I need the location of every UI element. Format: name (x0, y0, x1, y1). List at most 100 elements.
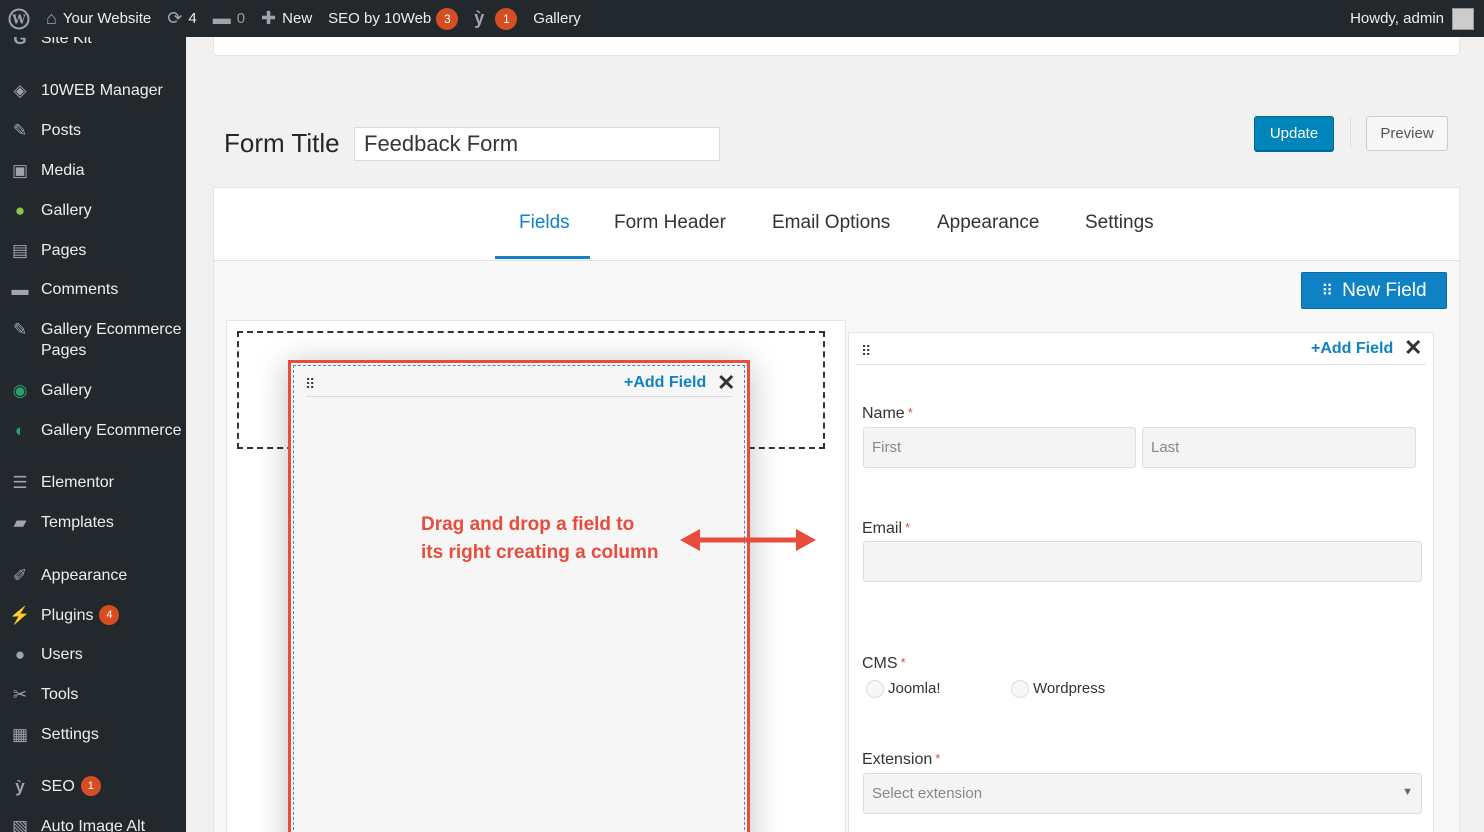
annotation-line-2: its right creating a column (421, 542, 659, 563)
greeting: Howdy, admin (1350, 10, 1444, 27)
tab-appearance[interactable]: Appearance (937, 212, 1039, 234)
refresh-icon: ⟳ (167, 8, 183, 28)
sidebar-item-pages[interactable]: ▤ Pages (0, 240, 186, 262)
add-field-button-right[interactable]: +Add Field (1311, 340, 1393, 358)
plus-icon: + (1311, 340, 1321, 357)
close-icon[interactable]: ✕ (1404, 335, 1422, 361)
comments-link[interactable]: ▬ 0 (205, 0, 253, 37)
grip-icon: ⠿ (1321, 282, 1333, 300)
seo-10web-link[interactable]: SEO by 10Web 3 (320, 0, 466, 37)
sidebar-item-gallery-ecommerce[interactable]: ◐ Gallery Ecommerce (0, 420, 186, 442)
tab-form-header[interactable]: Form Header (614, 212, 726, 234)
gallery-icon: ● (14, 201, 26, 220)
divider (1350, 118, 1351, 148)
sidebar-item-elementor[interactable]: ☰ Elementor (0, 472, 186, 494)
sidebar-item-gallery-ecommerce-pages[interactable]: ✎ Gallery Ecommerce Pages (0, 319, 186, 361)
double-arrow-icon (680, 529, 816, 551)
radio-joomla[interactable] (866, 680, 884, 698)
extension-placeholder: Select extension (872, 785, 983, 802)
last-name-input[interactable]: Last (1142, 427, 1416, 468)
media-icon: ▣ (11, 161, 29, 180)
image-icon: ▧ (11, 817, 29, 832)
email-label: Email * (862, 520, 911, 537)
drag-handle-icon[interactable]: ⠿ (305, 377, 315, 391)
yoast-icon: ỳ (474, 8, 485, 28)
yoast-count-badge: 1 (495, 7, 518, 30)
sidebar-item-appearance[interactable]: ✐ Appearance (0, 565, 186, 587)
sidebar-item-settings[interactable]: ▦ Settings (0, 724, 186, 746)
camera-icon: ◉ (12, 381, 28, 400)
close-icon[interactable]: ✕ (717, 370, 735, 396)
folder-icon: ▰ (13, 513, 27, 532)
sidebar-item-seo[interactable]: ỳ SEO 1 (0, 776, 186, 798)
annotation-text: Drag and drop a field to its right creat… (421, 511, 659, 567)
yoast-link[interactable]: ỳ 1 (466, 0, 525, 37)
diamond-icon: ◈ (13, 81, 27, 100)
plus-icon: ✚ (261, 8, 277, 28)
card-inner-border (293, 365, 745, 832)
plug-icon: ⚡ (9, 606, 31, 625)
new-content-link[interactable]: ✚ New (253, 0, 320, 37)
gallery-link[interactable]: Gallery (525, 0, 589, 37)
add-field-button[interactable]: +Add Field (624, 374, 706, 392)
avatar (1452, 7, 1474, 30)
sidebar-item-site-kit[interactable]: G Site Kit (0, 37, 186, 50)
site-name-link[interactable]: ⌂ Your Website (38, 0, 159, 37)
new-field-button[interactable]: ⠿ New Field (1301, 272, 1447, 309)
tab-fields[interactable]: Fields (519, 212, 570, 234)
wordpress-logo[interactable]: W (0, 0, 38, 37)
sidebar-item-10web-manager[interactable]: ◈ 10WEB Manager (0, 80, 186, 102)
comments-count: 0 (236, 10, 246, 27)
required-mark: * (907, 405, 913, 420)
update-button[interactable]: Update (1254, 116, 1334, 151)
required-mark: * (900, 655, 906, 670)
comment-icon: ▬ (212, 8, 231, 28)
sidebar-item-comments[interactable]: ▬ Comments (0, 279, 186, 301)
sidebar-item-templates[interactable]: ▰ Templates (0, 512, 186, 534)
sidebar-item-plugins[interactable]: ⚡ Plugins 4 (0, 605, 186, 627)
radio-label-joomla: Joomla! (888, 680, 941, 697)
form-title-label: Form Title (224, 128, 340, 158)
eye-icon: ◐ (14, 421, 26, 440)
new-label: New (282, 10, 313, 27)
first-name-input[interactable]: First (863, 427, 1136, 468)
sidebar-item-media[interactable]: ▣ Media (0, 160, 186, 182)
seo-count-badge: 1 (80, 776, 101, 796)
radio-wordpress[interactable] (1011, 680, 1029, 698)
svg-text:W: W (11, 12, 26, 26)
plugins-count-badge: 4 (99, 605, 120, 625)
user-icon: ● (14, 645, 26, 664)
extension-label: Extension * (862, 751, 941, 768)
tab-settings[interactable]: Settings (1085, 212, 1154, 234)
email-input[interactable] (863, 541, 1422, 582)
sliders-icon: ▦ (11, 725, 29, 744)
wrench-icon: ✂ (12, 685, 28, 704)
sidebar-item-posts[interactable]: ✎ Posts (0, 120, 186, 142)
sidebar-item-gallery-2[interactable]: ◉ Gallery (0, 380, 186, 402)
plus-icon: + (624, 374, 634, 391)
preview-button[interactable]: Preview (1366, 116, 1448, 151)
updates-link[interactable]: ⟳ 4 (159, 0, 204, 37)
updates-count: 4 (188, 10, 197, 27)
drag-handle-icon[interactable]: ⠿ (861, 344, 871, 358)
sidebar-item-auto-image-alt[interactable]: ▧ Auto Image Alt (0, 816, 186, 832)
pin-icon: ✎ (12, 121, 28, 140)
dragged-field-card[interactable]: ⠿ +Add Field ✕ (288, 360, 750, 832)
sidebar-item-gallery[interactable]: ● Gallery (0, 200, 186, 222)
yoast-icon: ỳ (15, 777, 25, 796)
card-header-divider (306, 396, 732, 397)
sidebar-item-tools[interactable]: ✂ Tools (0, 684, 186, 706)
admin-sidebar: G Site Kit ◈ 10WEB Manager ✎ Posts ▣ Med… (0, 37, 186, 832)
tab-email-options[interactable]: Email Options (772, 212, 890, 234)
annotation-line-1: Drag and drop a field to (421, 514, 635, 535)
pages-icon: ▤ (11, 241, 29, 260)
form-title-input[interactable]: Feedback Form (354, 127, 720, 161)
top-card (213, 37, 1460, 56)
extension-select[interactable]: Select extension ▼ (863, 773, 1422, 814)
sidebar-item-users[interactable]: ● Users (0, 644, 186, 666)
name-label: Name * (862, 405, 913, 422)
my-account[interactable]: Howdy, admin (1350, 7, 1484, 30)
home-icon: ⌂ (46, 8, 57, 28)
elementor-icon: ☰ (12, 473, 28, 492)
google-g-icon: G (13, 37, 27, 48)
